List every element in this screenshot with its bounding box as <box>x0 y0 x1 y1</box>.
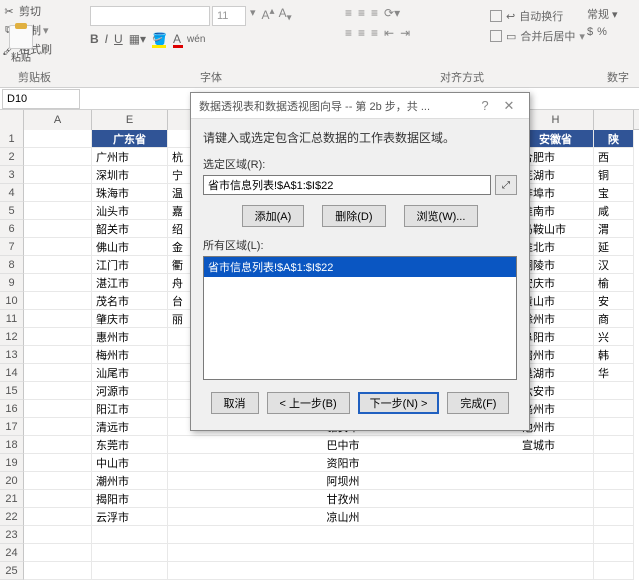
row-header[interactable]: 2 <box>0 148 24 166</box>
add-button[interactable]: 添加(A) <box>242 205 305 227</box>
row-header[interactable]: 24 <box>0 544 24 562</box>
pivot-wizard-dialog: 数据透视表和数据透视图向导 -- 第 2b 步，共 ... ? ✕ 请键入或选定… <box>190 92 530 431</box>
number-group-label: 数字 <box>607 69 629 85</box>
paste-button[interactable]: 粘贴 <box>4 20 38 68</box>
col-header-A[interactable]: A <box>24 110 92 130</box>
row-header[interactable]: 13 <box>0 346 24 364</box>
row-header[interactable]: 3 <box>0 166 24 184</box>
dialog-help-button[interactable]: ? <box>473 98 497 113</box>
decrease-font-icon[interactable]: A▾ <box>279 6 292 26</box>
row-header[interactable]: 25 <box>0 562 24 580</box>
finish-button[interactable]: 完成(F) <box>447 392 509 414</box>
merge-center-button[interactable]: ▭合并后居中▾ <box>490 26 585 46</box>
select-all-corner[interactable] <box>0 110 24 130</box>
increase-font-icon[interactable]: A▴ <box>262 6 275 26</box>
all-ranges-label: 所有区域(L): <box>203 237 517 253</box>
ranges-listbox[interactable]: 省市信息列表!$A$1:$I$22 <box>203 256 517 380</box>
font-color-button[interactable]: A <box>173 32 181 46</box>
align-group-label: 对齐方式 <box>440 69 484 85</box>
row-header[interactable]: 22 <box>0 508 24 526</box>
range-picker-button[interactable]: ⤢ <box>495 175 517 195</box>
number-format-group: 常规 ▾ $ % <box>587 6 637 38</box>
font-size-select[interactable] <box>212 6 246 26</box>
row-header[interactable]: 18 <box>0 436 24 454</box>
row-header[interactable]: 11 <box>0 310 24 328</box>
collapse-icon: ⤢ <box>502 180 510 191</box>
currency-icon[interactable]: $ <box>587 26 593 38</box>
row-header[interactable]: 10 <box>0 292 24 310</box>
font-name-select[interactable] <box>90 6 210 26</box>
row-header[interactable]: 21 <box>0 490 24 508</box>
border-button[interactable]: ▦▾ <box>129 32 146 46</box>
next-button[interactable]: 下一步(N) > <box>358 392 440 414</box>
fill-color-button[interactable]: 🪣 <box>152 32 167 46</box>
align-left-icon[interactable]: ≡ <box>345 26 352 40</box>
dialog-close-button[interactable]: ✕ <box>497 98 521 114</box>
list-item[interactable]: 省市信息列表!$A$1:$I$22 <box>204 257 516 277</box>
row-header[interactable]: 14 <box>0 364 24 382</box>
cancel-button[interactable]: 取消 <box>211 392 259 414</box>
orientation-icon[interactable]: ⟳▾ <box>384 6 400 20</box>
back-button[interactable]: < 上一步(B) <box>267 392 350 414</box>
clipboard-group-label: 剪贴板 <box>18 69 51 85</box>
number-format-select[interactable]: 常规 ▾ <box>587 6 637 22</box>
indent-decrease-icon[interactable]: ⇤ <box>384 26 394 40</box>
font-group-label: 字体 <box>200 69 222 85</box>
row-header[interactable]: 12 <box>0 328 24 346</box>
scissors-icon: ✂ <box>2 4 16 18</box>
wrap-text-button[interactable]: ↩自动换行 <box>490 6 585 26</box>
row-header[interactable]: 8 <box>0 256 24 274</box>
row-header[interactable]: 6 <box>0 220 24 238</box>
align-center-icon[interactable]: ≡ <box>358 26 365 40</box>
row-header[interactable]: 20 <box>0 472 24 490</box>
row-header[interactable]: 5 <box>0 202 24 220</box>
row-header[interactable]: 19 <box>0 454 24 472</box>
clipboard-icon <box>9 25 33 49</box>
name-box[interactable]: D10 <box>2 89 80 109</box>
browse-button[interactable]: 浏览(W)... <box>404 205 479 227</box>
align-top-icon[interactable]: ≡ <box>345 6 352 20</box>
range-label: 选定区域(R): <box>203 156 517 172</box>
ribbon: ✂剪切 ⧉复制▾ 🖌格式刷 粘贴 ▾ A▴ A▾ B I U ▦▾ 🪣 A wé… <box>0 0 639 88</box>
delete-button[interactable]: 删除(D) <box>322 205 385 227</box>
row-header[interactable]: 1 <box>0 130 24 148</box>
percent-icon[interactable]: % <box>597 26 607 38</box>
italic-button[interactable]: I <box>105 32 108 46</box>
bold-button[interactable]: B <box>90 32 99 46</box>
align-right-icon[interactable]: ≡ <box>371 26 378 40</box>
underline-button[interactable]: U <box>114 32 123 46</box>
dialog-title: 数据透视表和数据透视图向导 -- 第 2b 步，共 ... <box>199 98 430 114</box>
range-input[interactable] <box>203 175 491 195</box>
row-header[interactable]: 23 <box>0 526 24 544</box>
row-header[interactable]: 7 <box>0 238 24 256</box>
merge-icon: ▭ <box>506 30 516 43</box>
row-header[interactable]: 4 <box>0 184 24 202</box>
wrap-icon: ↩ <box>506 10 515 23</box>
col-header-E[interactable]: E <box>92 110 168 130</box>
align-middle-icon[interactable]: ≡ <box>358 6 365 20</box>
indent-increase-icon[interactable]: ⇥ <box>400 26 410 40</box>
font-group: ▾ A▴ A▾ B I U ▦▾ 🪣 A wén <box>90 6 330 46</box>
row-header[interactable]: 17 <box>0 418 24 436</box>
dialog-instruction: 请键入或选定包含汇总数据的工作表数据区域。 <box>203 129 517 146</box>
align-bottom-icon[interactable]: ≡ <box>371 6 378 20</box>
row-header[interactable]: 15 <box>0 382 24 400</box>
phonetic-button[interactable]: wén <box>187 34 205 45</box>
header-cell: 广东省 <box>92 130 168 148</box>
row-header[interactable]: 9 <box>0 274 24 292</box>
row-header[interactable]: 16 <box>0 400 24 418</box>
cut-button[interactable]: ✂剪切 <box>2 2 82 20</box>
